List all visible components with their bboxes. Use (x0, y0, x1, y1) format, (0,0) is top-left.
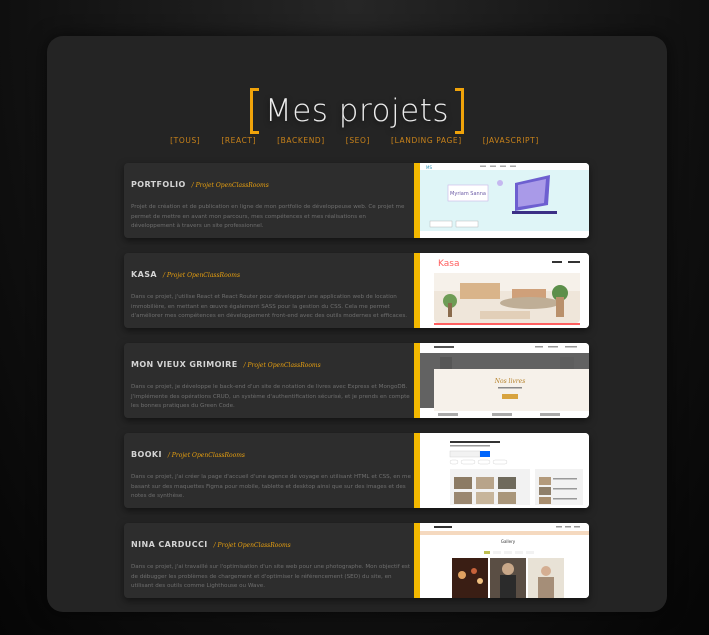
project-name: PORTFOLIO (131, 180, 186, 189)
project-name: MON VIEUX GRIMOIRE (131, 360, 238, 369)
filter-backend[interactable]: [BACKEND] (277, 136, 325, 145)
svg-text:Gallery: Gallery (501, 539, 516, 544)
svg-text:MS: MS (426, 165, 432, 170)
project-description: Projet de création et de publication en … (131, 204, 405, 230)
filter-all[interactable]: [TOUS] (170, 136, 200, 145)
project-tag: / Projet OpenClassRooms (213, 542, 291, 549)
page-title: Mes projets (264, 93, 450, 129)
filter-react[interactable]: [REACT] (221, 136, 256, 145)
project-card-kasa[interactable]: KASA / Projet OpenClassRooms Dans ce proj… (124, 253, 589, 328)
project-card-portfolio[interactable]: PORTFOLIO / Projet OpenClassRooms Projet … (124, 163, 589, 238)
filter-bar: [TOUS] [REACT] [BACKEND] [SEO] [LANDING … (0, 136, 709, 145)
project-name: NINA CARDUCCI (131, 540, 208, 549)
svg-text:Myriam Sanna: Myriam Sanna (450, 191, 486, 197)
svg-text:Nos livres: Nos livres (494, 378, 526, 385)
project-tag: / Projet OpenClassRooms (167, 452, 245, 459)
filter-javascript[interactable]: [JAVASCRIPT] (483, 136, 539, 145)
project-card-nina-carducci[interactable]: NINA CARDUCCI / Projet OpenClassRooms Dan… (124, 523, 589, 598)
filter-landing-page[interactable]: [LANDING PAGE] (391, 136, 462, 145)
project-thumbnail[interactable]: MS Myriam Sanna (420, 163, 589, 238)
project-description: Dans ce projet, j'utilise React et React… (131, 294, 408, 320)
project-name: BOOKI (131, 450, 162, 459)
project-thumbnail[interactable]: Nos livres (420, 343, 589, 418)
project-tag: / Projet OpenClassRooms (162, 272, 241, 279)
project-tag: / Projet OpenClassRooms (243, 362, 321, 369)
project-thumbnail[interactable] (420, 433, 589, 508)
section-title: Mes projets (47, 88, 667, 140)
project-card-grimoire[interactable]: MON VIEUX GRIMOIRE / Projet OpenClassRoom… (124, 343, 589, 418)
right-bracket-icon (455, 88, 465, 134)
project-description: Dans ce projet, j'ai créer la page d'acc… (131, 474, 411, 500)
project-description: Dans ce projet, je développe le back-end… (131, 384, 410, 410)
project-tag: / Projet OpenClassRooms (191, 182, 269, 189)
svg-text:Kasa: Kasa (438, 259, 459, 269)
project-card-booki[interactable]: BOOKI / Projet OpenClassRooms Dans ce pro… (124, 433, 589, 508)
project-thumbnail[interactable]: Gallery (420, 523, 589, 598)
project-name: KASA (131, 270, 157, 279)
project-thumbnail[interactable]: Kasa (420, 253, 589, 328)
project-description: Dans ce projet, j'ai travaillé sur l'opt… (131, 564, 410, 590)
filter-seo[interactable]: [SEO] (346, 136, 370, 145)
left-bracket-icon (249, 88, 259, 134)
